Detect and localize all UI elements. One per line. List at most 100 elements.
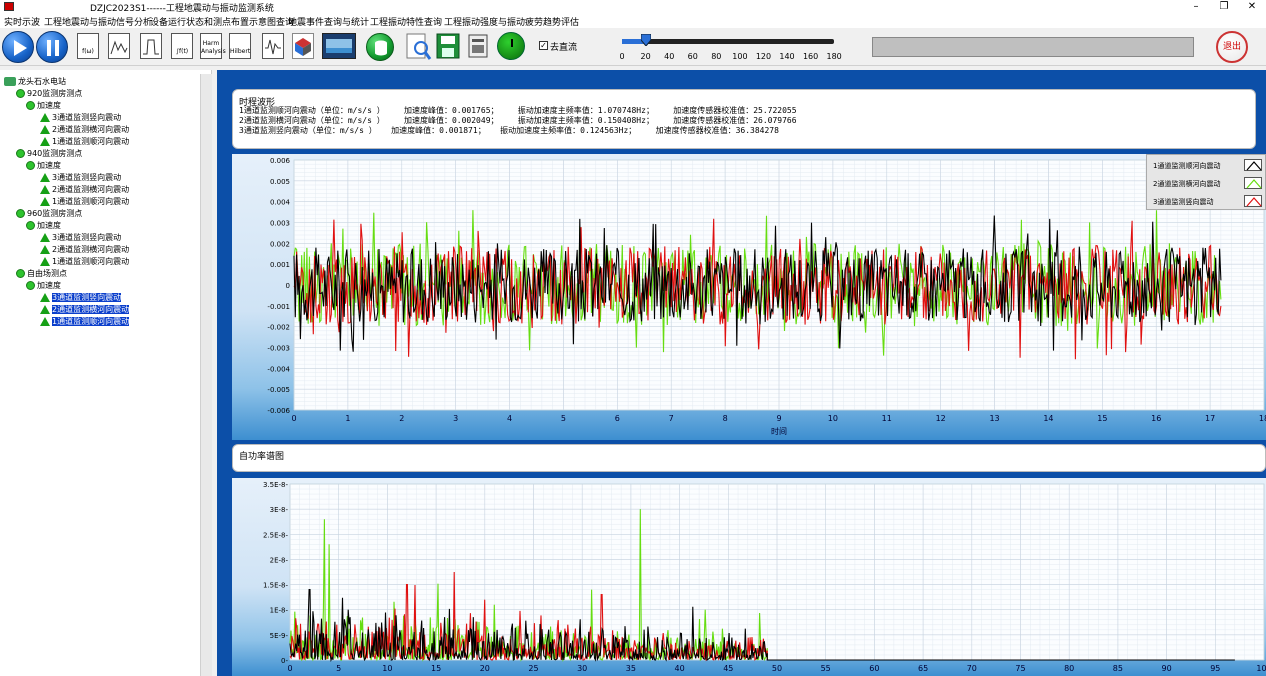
menu-signal-analysis[interactable]: 工程地震动与振动信号分析 [44, 15, 152, 28]
channel-icon [40, 245, 50, 254]
tree-item-label: 3通道监测竖向震动 [52, 173, 122, 182]
y-tick-label: 0.005 [270, 178, 290, 186]
tree-item-label: 3通道监测竖向震动 [52, 113, 122, 122]
tree-item-label: 加速度 [37, 161, 61, 170]
search-file-button[interactable] [404, 32, 432, 62]
tree-group-1[interactable]: 加速度 [26, 160, 61, 172]
save-button[interactable] [436, 33, 460, 59]
menu-realtime[interactable]: 实时示波 [4, 15, 40, 28]
tree-channel-1-1[interactable]: 2通道监测横河向震动 [40, 184, 129, 196]
x-tick-label: 0 [287, 664, 292, 673]
tree-channel-0-2[interactable]: 1通道监测顺河向震动 [40, 136, 129, 148]
tree-station-3[interactable]: 自由场测点 [16, 268, 67, 280]
print-button[interactable] [466, 33, 490, 59]
menu-device-status[interactable]: 设备运行状态和测点布置示意图查询 [150, 15, 294, 28]
tree-item-label: 2通道监测横河向震动 [52, 185, 130, 194]
close-button[interactable]: ✕ [1238, 0, 1266, 14]
time-waveform-chart[interactable]: 0123456789101112131415161718-0.006-0.005… [232, 154, 1266, 440]
database-icon [375, 40, 387, 56]
integral-tool-label: ∫f(t) [175, 48, 189, 55]
x-tick-label: 90 [1162, 664, 1172, 673]
harmonic-tool-label: Harm Analysis [201, 40, 226, 55]
y-tick-label: 0.006 [270, 157, 291, 165]
tree-group-0[interactable]: 加速度 [26, 100, 61, 112]
status-indicator[interactable] [497, 32, 525, 60]
tree-channel-2-0[interactable]: 3通道监测竖向震动 [40, 232, 121, 244]
minimize-button[interactable]: – [1182, 0, 1210, 14]
integral-tool-button[interactable]: ∫f(t) [171, 33, 193, 59]
y-tick-label: 0.003 [270, 220, 290, 228]
window-title: DZJC2023S1------工程地震动与振动监测系统 [90, 4, 274, 14]
fft-tool-label: f(ω) [82, 48, 94, 55]
channel-icon [40, 197, 50, 206]
filter-tool-button[interactable] [140, 33, 162, 59]
tree-station-0[interactable]: 920监测房测点 [16, 88, 82, 100]
tree-channel-1-0[interactable]: 3通道监测竖向震动 [40, 172, 121, 184]
slider-tick-label: 60 [687, 52, 698, 61]
tree-station-2[interactable]: 960监测房测点 [16, 208, 82, 220]
play-button[interactable] [2, 31, 34, 63]
tree-channel-3-0[interactable]: 3通道监测竖向震动 [40, 292, 122, 304]
detrend-checkbox[interactable]: ✓ [539, 41, 548, 50]
x-tick-label: 17 [1205, 414, 1215, 423]
time-info-panel: 时程波形 1通道监测顺河向震动（单位：m/s/s ） 加速度峰值：0.00176… [232, 89, 1256, 149]
cube-icon [295, 38, 311, 56]
hilbert-tool-label: Hilbert [230, 48, 251, 55]
y-tick-label: 2E-8- [270, 556, 289, 564]
x-tick-label: 6 [615, 414, 620, 423]
tree-item-label: 1通道监测顺河向震动 [52, 257, 130, 266]
tree-channel-0-0[interactable]: 3通道监测竖向震动 [40, 112, 121, 124]
x-tick-label: 5 [561, 414, 566, 423]
slider-handle[interactable] [640, 33, 652, 47]
tree-channel-2-1[interactable]: 2通道监测横河向震动 [40, 244, 129, 256]
database-button[interactable] [366, 33, 394, 61]
wave-tool-button[interactable] [262, 33, 284, 59]
tree-channel-3-2[interactable]: 1通道监测顺河向震动 [40, 316, 130, 328]
fft-tool-button[interactable]: f(ω) [77, 33, 99, 59]
floppy-icon [436, 33, 460, 59]
tree-item-label: 1通道监测顺河向震动 [52, 197, 130, 206]
tree-group-3[interactable]: 加速度 [26, 280, 61, 292]
tree-channel-1-2[interactable]: 1通道监测顺河向震动 [40, 196, 129, 208]
channel-icon [40, 185, 50, 194]
spectrum-tool-button[interactable] [108, 33, 130, 59]
harmonic-tool-button[interactable]: Harm Analysis [200, 33, 226, 59]
x-tick-label: 2 [399, 414, 404, 423]
pause-button[interactable] [36, 31, 68, 63]
x-tick-label: 50 [772, 664, 782, 673]
channel-icon [40, 305, 50, 314]
menu-earthquake-query[interactable]: 地震事件查询与统计 [288, 15, 369, 28]
menu-fatigue-eval[interactable]: 工程振动强度与振动疲劳趋势评估 [444, 15, 579, 28]
tree-group-2[interactable]: 加速度 [26, 220, 61, 232]
x-tick-label: 1 [345, 414, 350, 423]
tree-scrollbar[interactable] [200, 74, 212, 676]
slider-tick-label: 180 [826, 52, 842, 61]
menu-vibration-query[interactable]: 工程振动特性查询 [370, 15, 442, 28]
hilbert-tool-button[interactable]: Hilbert [229, 33, 251, 59]
slider-track[interactable] [622, 39, 834, 44]
tree-channel-0-1[interactable]: 2通道监测横河向震动 [40, 124, 129, 136]
exit-button[interactable]: 退出 [1216, 31, 1248, 63]
x-tick-label: 85 [1113, 664, 1123, 673]
y-tick-label: 3.5E-8- [263, 481, 289, 489]
legend-ch3: 3通道监测竖向震动 [1153, 198, 1214, 206]
x-tick-label: 16 [1151, 414, 1161, 423]
tree-channel-2-2[interactable]: 1通道监测顺河向震动 [40, 256, 129, 268]
3d-tool-button[interactable] [292, 33, 314, 59]
power-spectrum-chart[interactable]: 0 5 10 15 20 25 30 35 40 45 50 55 60 65 70 75 80 85 90 95 10… [232, 478, 1266, 676]
app-icon [4, 2, 14, 11]
tree-root[interactable]: 龙头石水电站 [4, 76, 66, 88]
x-tick-label: 95 [1210, 664, 1220, 673]
node-icon [26, 161, 35, 170]
restore-button[interactable]: ❐ [1210, 0, 1238, 14]
x-tick-label: 100 [1256, 664, 1266, 673]
tree-channel-3-1[interactable]: 2通道监测横河向震动 [40, 304, 130, 316]
x-tick-label: 15 [431, 664, 441, 673]
node-icon [16, 209, 25, 218]
tree-item-label: 1通道监测顺河向震动 [52, 317, 130, 326]
tree-station-1[interactable]: 940监测房测点 [16, 148, 82, 160]
y-tick-label: 0.001 [270, 261, 290, 269]
channel-icon [40, 293, 50, 302]
image-tool-button[interactable] [322, 33, 356, 59]
node-icon [26, 101, 35, 110]
